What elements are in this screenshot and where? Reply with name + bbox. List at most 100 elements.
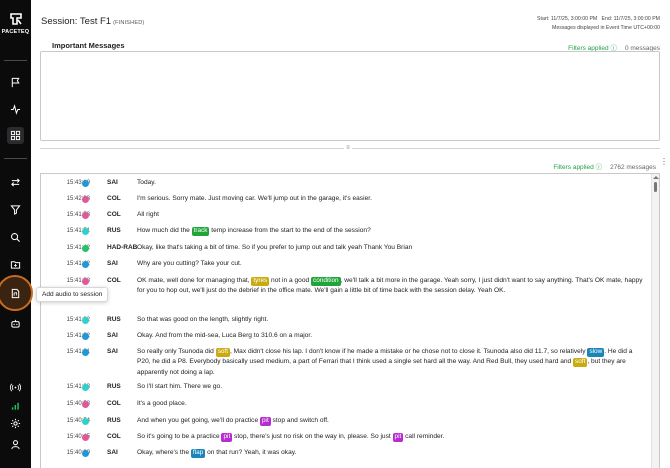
user-icon[interactable]: [7, 436, 24, 453]
message-text-segment: So that was good on the length, slightly…: [137, 316, 269, 323]
driver-color-dot: [82, 433, 89, 441]
page-title: Session: Test F1 (FINISHED): [41, 16, 144, 27]
message-text-segment: So really only Tsunoda did: [137, 348, 216, 355]
app-root: PACETEQ Add audio to session Session: Te…: [0, 0, 670, 468]
driver-code: SAI: [107, 449, 118, 456]
driver-color-dot: [82, 449, 89, 457]
keyword-tag[interactable]: pit: [392, 433, 404, 442]
message-text-segment: All right: [137, 211, 159, 218]
message-text-segment: Okay, like that's taking a bit of time. …: [137, 244, 413, 251]
messages-list[interactable]: 15:43:19 SAI Today. 15:42:03 COL I'm serious.…: [40, 173, 660, 468]
messages-filters-applied[interactable]: Filters applied ⓘ: [553, 164, 602, 171]
message-text: Okay, where's the flap on that run? Yeah…: [137, 448, 647, 458]
sidebar: PACETEQ: [0, 0, 33, 468]
message-text-segment: How much did the: [137, 227, 192, 234]
driver-code: RUS: [107, 227, 121, 234]
message-text-segment: call reminder.: [403, 433, 445, 440]
driver-code: RUS: [107, 316, 121, 323]
message-text: So really only Tsunoda did soft, Max did…: [137, 347, 647, 378]
message-text: Okay. And from the mid-sea, Luca Berg to…: [137, 331, 647, 341]
scroll-up-icon[interactable]: [653, 176, 659, 179]
keyword-tag[interactable]: tyres: [251, 277, 270, 286]
message-text: And when you get going, we'll do practic…: [137, 416, 647, 426]
message-text-segment: Okay, where's the: [137, 449, 191, 456]
driver-code: COL: [107, 433, 121, 440]
message-text-segment: Why are you cutting? Take your cut.: [137, 260, 242, 267]
gear-icon[interactable]: [7, 415, 24, 432]
keyword-tag[interactable]: soft: [573, 358, 588, 367]
message-text: How much did the track temp increase fro…: [137, 226, 647, 236]
message-text: Why are you cutting? Take your cut.: [137, 259, 647, 269]
paceteq-logo-icon: [9, 13, 22, 25]
message-text: So that was good on the length, slightly…: [137, 315, 647, 325]
activity-icon[interactable]: [7, 101, 24, 118]
session-start-end: Start: 11/7/25, 3:00:00 PM End: 11/7/25,…: [537, 16, 660, 22]
driver-code: COL: [107, 277, 121, 284]
sidebar-divider: [4, 60, 27, 61]
driver-color-dot: [82, 260, 89, 268]
driver-color-dot: [82, 417, 89, 425]
messages-count: 2762 messages: [610, 164, 656, 171]
driver-code: RUS: [107, 417, 121, 424]
message-text-segment: Today.: [137, 179, 156, 186]
session-status: (FINISHED): [113, 20, 145, 26]
more-options-icon[interactable]: ⋮: [660, 158, 668, 166]
driver-code: SAI: [107, 332, 118, 339]
message-text: So it's going to be a practice pit stop,…: [137, 432, 647, 442]
messages-scrollbar[interactable]: [651, 174, 659, 468]
swap-icon[interactable]: [7, 174, 24, 191]
driver-code: COL: [107, 400, 121, 407]
message-text-segment: , Max didn't close his lap. I don't know…: [230, 348, 588, 355]
important-messages-title: Important Messages: [52, 41, 125, 50]
signal-bars-icon: [7, 397, 24, 414]
message-text-segment: I'm serious. Sorry mate. Just moving car…: [137, 195, 372, 202]
driver-color-dot: [82, 195, 89, 203]
driver-color-dot: [82, 227, 89, 235]
scroll-thumb[interactable]: [654, 182, 657, 192]
driver-color-dot: [82, 244, 89, 252]
message-text-segment: not in a good: [269, 277, 312, 284]
message-text-segment: It's a good place.: [137, 400, 187, 407]
keyword-tag[interactable]: condition: [311, 277, 341, 286]
keyword-tag[interactable]: flap: [190, 449, 206, 458]
message-text: I'm serious. Sorry mate. Just moving car…: [137, 194, 647, 204]
filter-icon[interactable]: [7, 201, 24, 218]
session-title: Session: Test F1: [41, 16, 112, 27]
messages-meta: Filters applied ⓘ 2762 messages: [553, 161, 656, 171]
folder-icon[interactable]: [7, 256, 24, 273]
robot-icon[interactable]: [7, 315, 24, 332]
driver-code: SAI: [107, 260, 118, 267]
driver-code: SAI: [107, 348, 118, 355]
message-text-segment: stop and switch off.: [270, 417, 329, 424]
resize-handle-icon[interactable]: ≡: [344, 145, 352, 152]
driver-color-dot: [82, 383, 89, 391]
message-text-segment: Okay. And from the mid-sea, Luca Berg to…: [137, 332, 313, 339]
keyword-tag[interactable]: pit: [221, 433, 233, 442]
audio-file-icon[interactable]: [7, 285, 24, 302]
keyword-tag[interactable]: slow: [587, 348, 605, 357]
brand-name: PACETEQ: [1, 29, 30, 35]
message-text-segment: So it's going to be a practice: [137, 433, 222, 440]
grid-icon[interactable]: [7, 127, 24, 144]
message-text: Today.: [137, 178, 647, 188]
brand-logo[interactable]: PACETEQ: [0, 12, 31, 35]
search-icon[interactable]: [7, 229, 24, 246]
broadcast-icon[interactable]: [7, 379, 24, 396]
driver-code: RUS: [107, 383, 121, 390]
flag-icon[interactable]: [7, 74, 24, 91]
sidebar-divider: [4, 158, 27, 159]
add-audio-tooltip: Add audio to session: [36, 287, 109, 302]
session-time-info: Start: 11/7/25, 3:00:00 PM End: 11/7/25,…: [537, 15, 660, 32]
driver-color-dot: [82, 277, 89, 285]
message-text: All right: [137, 210, 647, 220]
important-messages-panel: [40, 51, 660, 141]
keyword-tag[interactable]: soft: [215, 348, 230, 357]
driver-color-dot: [82, 211, 89, 219]
message-text: Okay, like that's taking a bit of time. …: [137, 243, 647, 253]
message-text: So I'll start him. There we go.: [137, 382, 647, 392]
message-text-segment: And when you get going, we'll do practic…: [137, 417, 260, 424]
keyword-tag[interactable]: track: [191, 227, 210, 236]
driver-code: HAD-RAB: [107, 244, 138, 251]
keyword-tag[interactable]: pit: [259, 417, 271, 426]
driver-color-dot: [82, 348, 89, 356]
